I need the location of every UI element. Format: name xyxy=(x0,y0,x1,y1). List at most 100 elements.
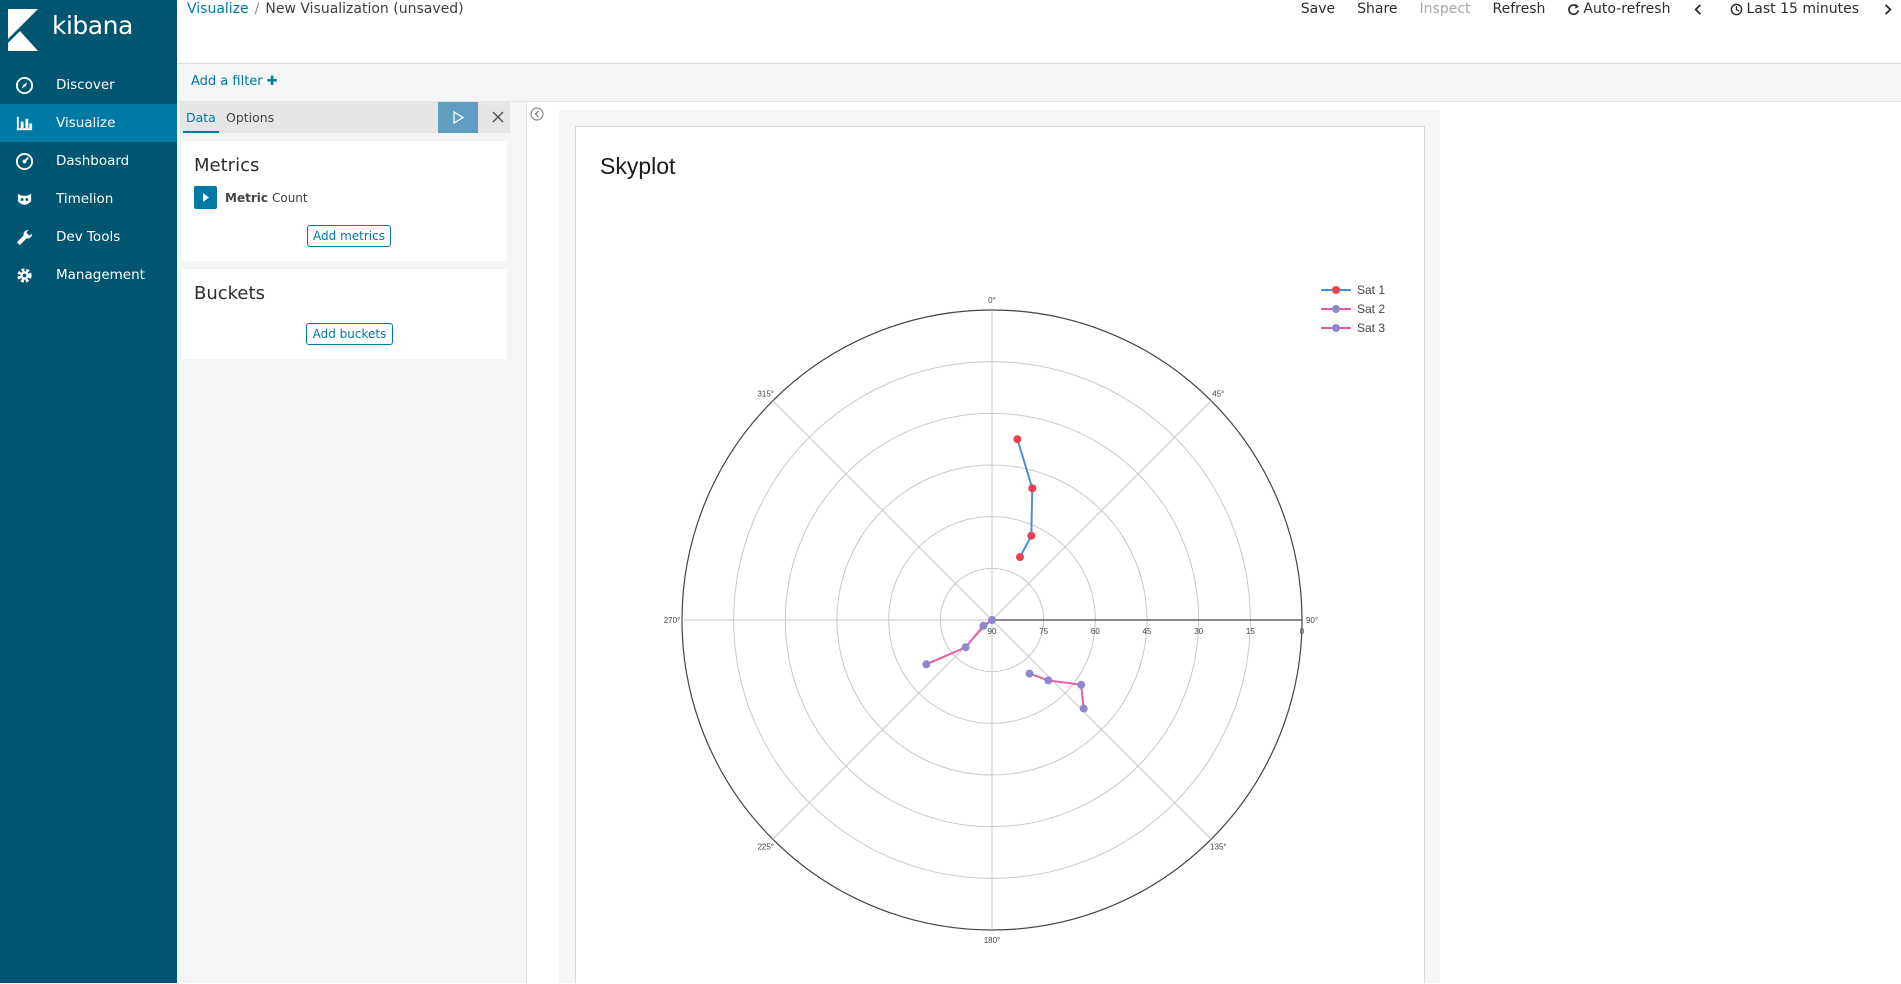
metrics-panel: Metrics Metric Count Add metrics xyxy=(182,141,507,261)
top-nav: Visualize / New Visualization (unsaved) Sa… xyxy=(177,0,1901,64)
radial-tick-label: 30 xyxy=(1194,627,1203,636)
breadcrumb: Visualize / New Visualization (unsaved) xyxy=(187,1,464,17)
angular-tick-label: 315° xyxy=(757,390,774,399)
data-point xyxy=(961,643,970,652)
angular-tick-label: 45° xyxy=(1212,390,1224,399)
top-menu: Save Share Inspect Refresh Auto-refresh … xyxy=(1301,1,1901,17)
radial-tick-label: 15 xyxy=(1246,627,1255,636)
add-metrics-button[interactable]: Add metrics xyxy=(307,225,391,247)
grid-spoke xyxy=(772,400,993,621)
share-button[interactable]: Share xyxy=(1357,1,1397,17)
clock-icon xyxy=(1731,3,1743,15)
sidebar-nav: Discover Visualize Dashboard Timelion De… xyxy=(0,66,177,294)
metric-label: Metric xyxy=(225,190,268,205)
metric-expand-toggle[interactable] xyxy=(194,186,217,209)
time-next-button[interactable] xyxy=(1881,3,1897,16)
metric-count-row[interactable]: Metric Count xyxy=(194,186,308,209)
chevron-left-icon xyxy=(1694,3,1702,15)
sidebar-item-discover[interactable]: Discover xyxy=(0,66,177,104)
add-filter-button[interactable]: Add a filter ✚ xyxy=(191,74,278,89)
dashboard-icon xyxy=(15,152,34,170)
compass-icon xyxy=(15,76,34,94)
discard-changes-button[interactable] xyxy=(488,107,508,127)
data-point xyxy=(1027,531,1036,540)
sidebar-item-label: Visualize xyxy=(56,115,116,131)
time-prev-button[interactable] xyxy=(1692,3,1708,16)
data-point xyxy=(1079,704,1088,713)
auto-refresh-label: Auto-refresh xyxy=(1583,1,1671,17)
legend-label: Sat 1 xyxy=(1357,283,1385,297)
sidebar-item-dashboard[interactable]: Dashboard xyxy=(0,142,177,180)
timelion-icon xyxy=(17,193,32,205)
grid-spoke xyxy=(991,400,1212,621)
sidebar-item-label: Dashboard xyxy=(56,153,130,169)
sidebar-item-label: Timelion xyxy=(56,191,114,207)
buckets-title: Buckets xyxy=(194,283,265,304)
logo-text: kibana xyxy=(52,11,133,40)
data-point xyxy=(988,616,996,624)
breadcrumb-current: New Visualization (unsaved) xyxy=(265,1,464,17)
data-point xyxy=(1044,676,1053,685)
legend-marker xyxy=(1332,286,1340,294)
vis-card: Skyplot 0° 45° 90° 135° 180° 225° 270° 315° 90 75… xyxy=(575,126,1425,983)
save-button[interactable]: Save xyxy=(1301,1,1335,17)
close-icon xyxy=(492,111,504,123)
collapse-sidebar-icon[interactable] xyxy=(530,107,544,121)
data-point xyxy=(1077,680,1086,689)
data-point xyxy=(979,621,988,630)
sidebar-item-management[interactable]: Management xyxy=(0,256,177,294)
radial-tick-label: 60 xyxy=(1091,627,1100,636)
legend-label: Sat 2 xyxy=(1357,302,1385,316)
play-icon xyxy=(453,111,464,124)
sidebar-item-label: Management xyxy=(56,267,145,283)
data-point xyxy=(1028,484,1037,493)
time-range-label: Last 15 minutes xyxy=(1746,1,1859,17)
sidebar-item-visualize[interactable]: Visualize xyxy=(0,104,177,142)
angular-tick-label: 180° xyxy=(984,936,1001,945)
skyplot-chart: 0° 45° 90° 135° 180° 225° 270° 315° 90 75 60 45 30 15… xyxy=(664,283,1386,945)
plus-icon: ✚ xyxy=(266,74,278,89)
data-point xyxy=(1016,553,1025,562)
sidebar-item-label: Discover xyxy=(56,77,115,93)
data-point xyxy=(1013,435,1022,444)
wrench-icon xyxy=(16,229,33,245)
angular-tick-label: 135° xyxy=(1210,842,1227,851)
inspect-button[interactable]: Inspect xyxy=(1420,1,1471,17)
refresh-button[interactable]: Refresh xyxy=(1493,1,1546,17)
gear-icon xyxy=(17,267,32,283)
legend-marker xyxy=(1332,305,1340,313)
legend-marker xyxy=(1332,324,1340,332)
refresh-icon xyxy=(1568,3,1580,15)
radial-tick-label: 45 xyxy=(1143,627,1152,636)
angular-tick-label: 270° xyxy=(664,616,681,625)
radial-tick-label: 75 xyxy=(1039,627,1048,636)
sidebar-item-timelion[interactable]: Timelion xyxy=(0,180,177,218)
time-picker-button[interactable]: Last 15 minutes xyxy=(1730,1,1859,17)
tab-data[interactable]: Data xyxy=(183,102,219,133)
radial-tick-label: 0 xyxy=(1300,627,1305,636)
tab-options[interactable]: Options xyxy=(226,102,274,133)
bar-chart-icon xyxy=(16,116,33,130)
metric-value: Count xyxy=(271,190,308,205)
editor-tabs: Data Options xyxy=(180,102,510,133)
sidebar-item-dev-tools[interactable]: Dev Tools xyxy=(0,218,177,256)
metrics-title: Metrics xyxy=(194,155,260,176)
grid-spoke xyxy=(991,619,1212,840)
data-point xyxy=(922,660,931,669)
apply-changes-button[interactable] xyxy=(438,102,478,133)
chevron-right-icon xyxy=(1884,3,1892,15)
add-buckets-button[interactable]: Add buckets xyxy=(306,323,393,345)
sidebar-item-label: Dev Tools xyxy=(56,229,121,245)
buckets-panel: Buckets Add buckets xyxy=(182,269,507,359)
breadcrumb-separator: / xyxy=(254,1,260,17)
grid-spoke xyxy=(772,619,993,840)
angular-tick-label: 0° xyxy=(988,296,996,305)
kibana-logo-icon xyxy=(8,9,38,51)
kibana-logo[interactable]: kibana xyxy=(8,9,173,53)
radial-tick-label: 90 xyxy=(988,627,997,636)
breadcrumb-visualize-link[interactable]: Visualize xyxy=(187,1,249,17)
add-filter-label: Add a filter xyxy=(191,74,263,89)
legend-label: Sat 3 xyxy=(1357,321,1385,335)
filter-bar: Add a filter ✚ xyxy=(177,64,1901,102)
auto-refresh-button[interactable]: Auto-refresh xyxy=(1567,1,1670,17)
